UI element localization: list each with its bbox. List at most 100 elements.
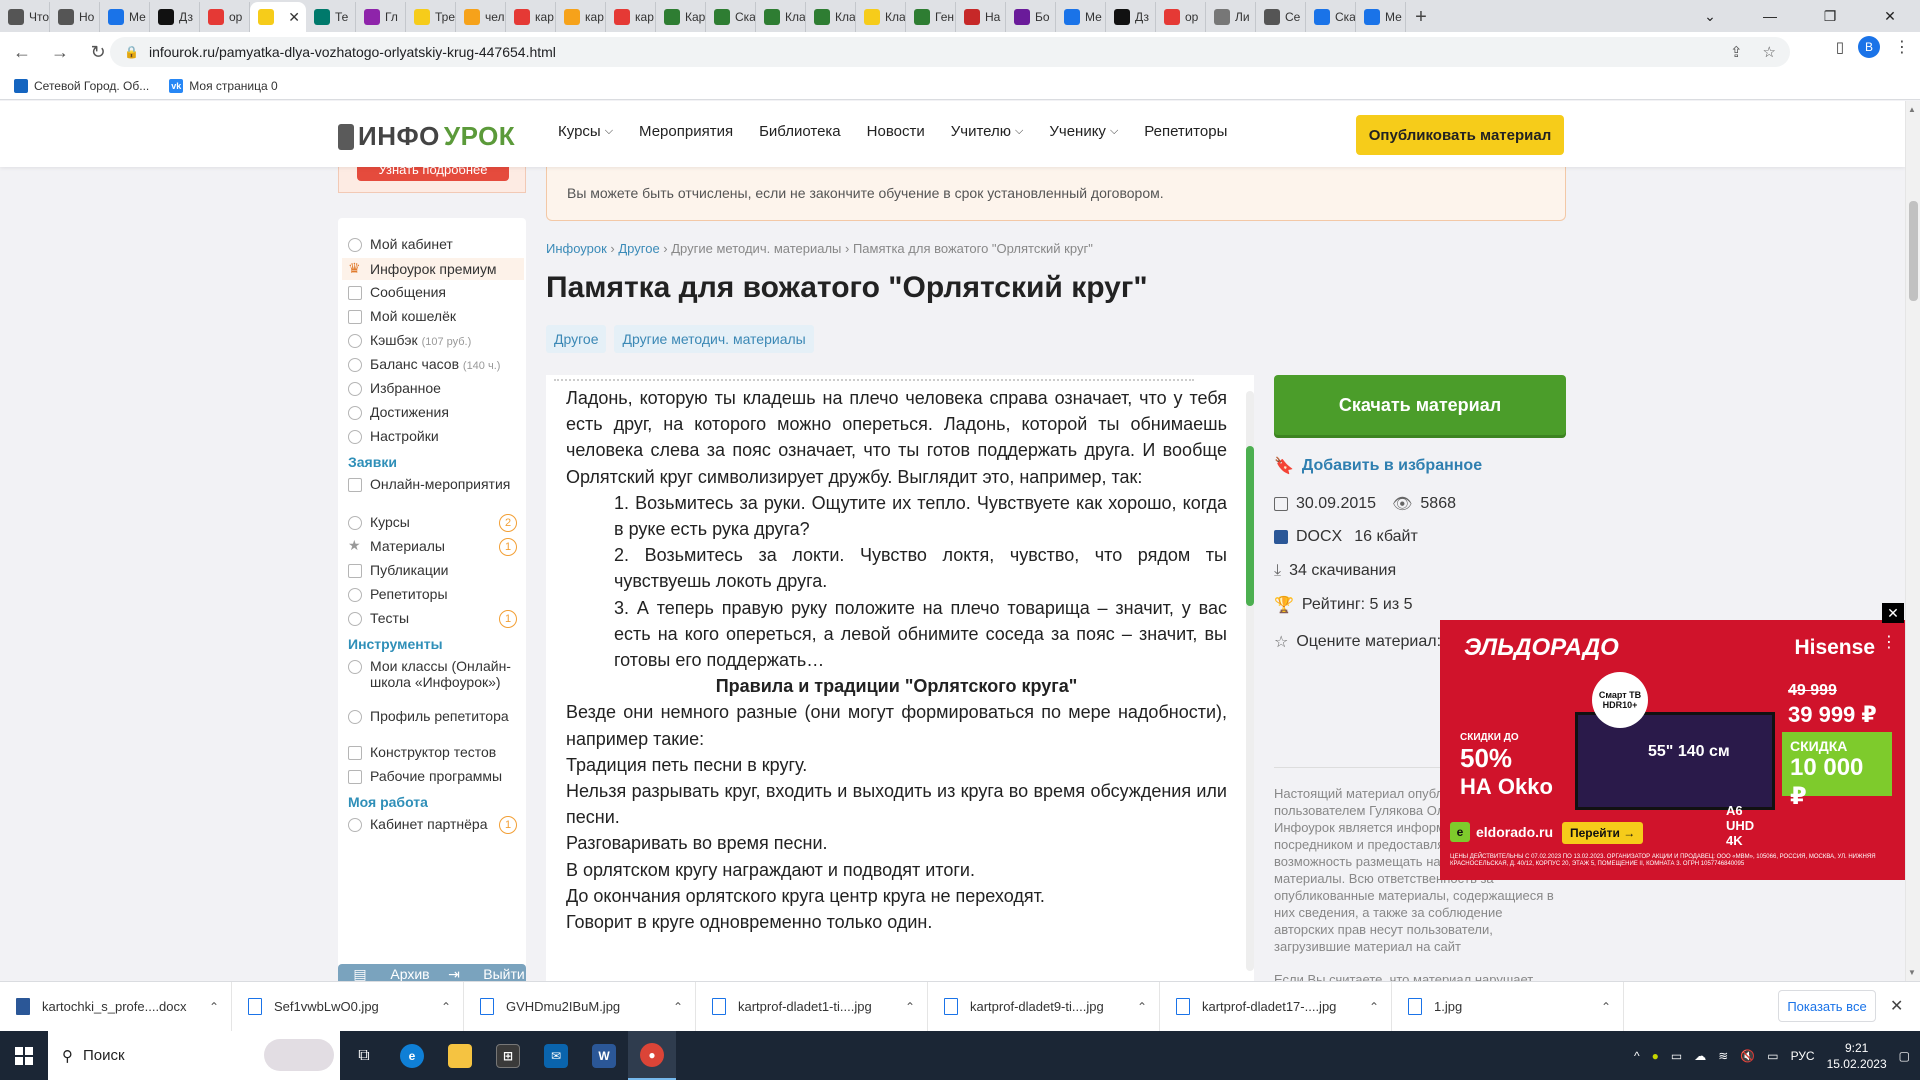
sidebar-item[interactable]: Курсы 2 xyxy=(348,514,523,532)
taskbar-explorer[interactable] xyxy=(436,1031,484,1080)
chevron-up-icon[interactable]: ⌃ xyxy=(209,1000,219,1014)
new-tab-button[interactable]: + xyxy=(1406,2,1436,32)
task-view-button[interactable]: ⧉ xyxy=(340,1031,388,1080)
sidebar-item[interactable]: Публикации xyxy=(348,562,523,578)
download-item[interactable]: 1.jpg ⌃ xyxy=(1392,981,1624,1032)
browser-tab[interactable]: Ме xyxy=(1056,2,1106,32)
browser-tab[interactable]: Те xyxy=(306,2,356,32)
sidebar-item[interactable]: Достижения xyxy=(348,404,523,420)
infourok-logo[interactable]: ИНФО УРОК xyxy=(338,121,515,152)
nav-item[interactable]: Новости xyxy=(867,123,925,140)
taskbar-mail[interactable]: ✉ xyxy=(532,1031,580,1080)
language-indicator[interactable]: РУС xyxy=(1791,1049,1815,1063)
sidebar-item[interactable]: Кабинет партнёра 1 xyxy=(348,816,523,834)
profile-avatar[interactable]: В xyxy=(1858,36,1880,58)
sidebar-item[interactable]: Мой кабинет xyxy=(348,236,523,252)
browser-tab[interactable]: ор xyxy=(1156,2,1206,32)
nav-item[interactable]: Курсы ⌵ xyxy=(558,123,613,140)
scroll-up-icon[interactable]: ▲ xyxy=(1908,105,1916,114)
chevron-up-icon[interactable]: ⌃ xyxy=(1601,1000,1611,1014)
chevron-up-icon[interactable]: ⌃ xyxy=(673,1000,683,1014)
page-scroll-thumb[interactable] xyxy=(1909,201,1918,301)
archive-button[interactable]: ▤ Архив xyxy=(338,964,432,982)
browser-tab[interactable]: Ген xyxy=(906,2,956,32)
browser-tab[interactable]: кар xyxy=(556,2,606,32)
taskbar-edge[interactable]: e xyxy=(388,1031,436,1080)
sidebar-item[interactable]: Репетиторы xyxy=(348,586,523,602)
chevron-up-icon[interactable]: ⌃ xyxy=(1369,1000,1379,1014)
sidebar-item[interactable]: ♛ Инфоурок премиум xyxy=(342,258,524,280)
sidebar-item[interactable]: Баланс часов (140 ч.) xyxy=(348,356,523,372)
nav-item[interactable]: Репетиторы xyxy=(1144,123,1227,140)
browser-tab[interactable]: Се xyxy=(1256,2,1306,32)
download-item[interactable]: kartprof-dladet17-....jpg ⌃ xyxy=(1160,981,1392,1032)
nav-item[interactable]: Ученику ⌵ xyxy=(1049,123,1118,140)
browser-tab[interactable]: Ли xyxy=(1206,2,1256,32)
browser-tab[interactable]: Что xyxy=(0,2,50,32)
bookmark-vk-page[interactable]: vk Моя страница 0 xyxy=(169,78,278,93)
page-scrollbar[interactable]: ▲ ▼ xyxy=(1905,101,1920,981)
sidebar-item[interactable]: Сообщения xyxy=(348,284,523,300)
browser-tab[interactable]: Кар xyxy=(656,2,706,32)
tray-network-icon[interactable]: ▭ xyxy=(1671,1049,1682,1063)
sidebar-item[interactable]: Настройки xyxy=(348,428,523,444)
browser-tab[interactable]: Кла xyxy=(856,2,906,32)
start-button[interactable] xyxy=(0,1031,48,1080)
browser-tab[interactable]: кар xyxy=(506,2,556,32)
chevron-up-icon[interactable]: ⌃ xyxy=(905,1000,915,1014)
download-item[interactable]: Sef1vwbLwO0.jpg ⌃ xyxy=(232,981,464,1032)
browser-tab[interactable]: кар xyxy=(606,2,656,32)
document-preview[interactable]: Ладонь, которую ты кладешь на плечо чело… xyxy=(546,375,1254,981)
browser-tab[interactable]: Кла xyxy=(806,2,856,32)
nav-item[interactable]: Мероприятия xyxy=(639,123,733,140)
chevron-up-icon[interactable]: ⌃ xyxy=(1137,1000,1147,1014)
browser-tab[interactable]: На xyxy=(956,2,1006,32)
nav-item[interactable]: Библиотека xyxy=(759,123,841,140)
sidebar-item[interactable]: Мой кошелёк xyxy=(348,308,523,324)
browser-tab[interactable]: Дз xyxy=(1106,2,1156,32)
sidebar-item[interactable]: Кэшбэк (107 руб.) xyxy=(348,332,523,348)
browser-tab[interactable]: Ме xyxy=(100,2,150,32)
nav-item[interactable]: Учителю ⌵ xyxy=(951,123,1024,140)
sidebar-item[interactable]: Тесты 1 xyxy=(348,610,523,628)
tag-other[interactable]: Другое xyxy=(546,325,607,353)
browser-tab[interactable]: Бо xyxy=(1006,2,1056,32)
tab-close-icon[interactable]: ✕ xyxy=(288,9,300,26)
eldorado-ad-banner[interactable]: ЭЛЬДОРАДО Hisense ⋮ СКИДКИ ДО 50% НА Okk… xyxy=(1440,620,1905,880)
tray-cloud-icon[interactable]: ☁ xyxy=(1694,1049,1706,1063)
sidebar-item[interactable]: Рабочие программы xyxy=(348,768,523,784)
download-material-button[interactable]: Скачать материал xyxy=(1274,375,1566,435)
lock-icon[interactable]: 🔒 xyxy=(124,45,139,59)
browser-tab[interactable]: Гл xyxy=(356,2,406,32)
sidepanel-icon[interactable]: ▯ xyxy=(1836,38,1844,56)
browser-tab[interactable]: Ска xyxy=(706,2,756,32)
tray-chevron-icon[interactable]: ^ xyxy=(1634,1049,1640,1063)
sidebar-item[interactable]: Профиль репетитора xyxy=(348,708,523,724)
maximize-icon[interactable]: ❐ xyxy=(1800,0,1860,32)
close-window-icon[interactable]: ✕ xyxy=(1860,0,1920,32)
taskbar-store[interactable]: ⊞ xyxy=(484,1031,532,1080)
browser-tab[interactable]: Дз xyxy=(150,2,200,32)
publish-material-button[interactable]: Опубликовать материал xyxy=(1356,115,1564,155)
sidebar-item[interactable]: Онлайн-мероприятия xyxy=(348,476,523,492)
browser-tab[interactable]: Ме xyxy=(1356,2,1406,32)
tab-search-icon[interactable]: ⌄ xyxy=(1680,0,1740,32)
show-all-downloads-button[interactable]: Показать все xyxy=(1778,990,1876,1022)
taskbar-word[interactable]: W xyxy=(580,1031,628,1080)
tray-display-icon[interactable]: ▭ xyxy=(1767,1049,1778,1063)
browser-tab[interactable]: чел xyxy=(456,2,506,32)
bookmark-setevoy-gorod[interactable]: Сетевой Город. Об... xyxy=(14,78,149,93)
sidebar-item[interactable]: Конструктор тестов xyxy=(348,744,523,760)
ad-cta-button[interactable]: Перейти → xyxy=(1562,822,1644,844)
document-scrollbar[interactable] xyxy=(1246,391,1254,971)
ad-menu-icon[interactable]: ⋮ xyxy=(1881,632,1897,652)
taskbar-chrome[interactable]: ● xyxy=(628,1031,676,1080)
browser-tab[interactable]: Ска xyxy=(1306,2,1356,32)
share-icon[interactable]: ⇪ xyxy=(1730,43,1743,61)
download-item[interactable]: kartochki_s_profe....docx ⌃ xyxy=(0,981,232,1032)
breadcrumb-link-home[interactable]: Инфоурок xyxy=(546,241,607,256)
document-scroll-thumb[interactable] xyxy=(1246,446,1254,606)
tag-methodical[interactable]: Другие методич. материалы xyxy=(614,325,814,353)
logout-button[interactable]: ⇥ Выйти xyxy=(432,964,526,982)
download-item[interactable]: kartprof-dladet1-ti....jpg ⌃ xyxy=(696,981,928,1032)
